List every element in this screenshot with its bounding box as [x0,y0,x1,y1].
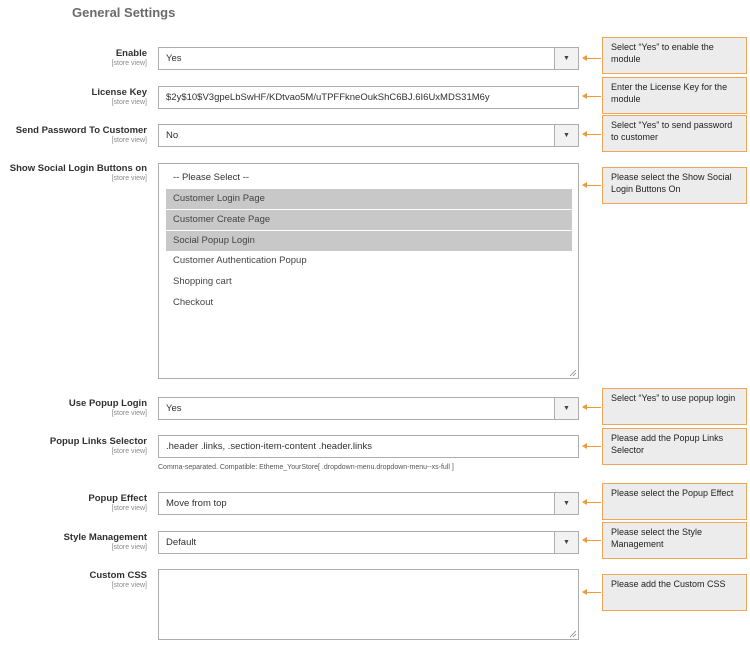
arrow-left-icon [582,537,601,543]
callout-use-popup: Select “Yes” to use popup login [602,388,747,425]
scope-label: [store view] [111,99,147,106]
scope-label: [store view] [111,448,147,455]
option-checkout[interactable]: Checkout [166,293,572,313]
scope-label: [store view] [111,544,147,551]
enable-select[interactable]: Yes ▼ [158,47,579,70]
social-buttons-label: Show Social Login Buttons on [store view… [9,163,147,182]
arrow-left-icon [582,55,601,61]
section-title: General Settings [72,5,176,20]
callout-popup-effect: Please select the Popup Effect [602,483,747,520]
dropdown-arrow-icon[interactable]: ▼ [554,48,578,69]
scope-label: [store view] [111,175,147,182]
option-social-popup-login[interactable]: Social Popup Login [166,231,572,251]
callout-popup-links: Please add the Popup Links Selector [602,428,747,465]
send-password-select[interactable]: No ▼ [158,124,579,147]
arrow-left-icon [582,404,601,410]
popup-effect-select[interactable]: Move from top ▼ [158,492,579,515]
style-management-label: Style Management [store view] [63,532,147,551]
callout-custom-css: Please add the Custom CSS [602,574,747,611]
dropdown-arrow-icon[interactable]: ▼ [554,125,578,146]
multiselect-placeholder[interactable]: -- Please Select -- [166,168,572,188]
callout-social-buttons: Please select the Show Social Login Butt… [602,167,747,204]
option-customer-create-page[interactable]: Customer Create Page [166,210,572,230]
option-shopping-cart[interactable]: Shopping cart [166,272,572,292]
callout-license-key: Enter the License Key for the module [602,77,747,114]
scope-label: [store view] [111,505,147,512]
use-popup-select[interactable]: Yes ▼ [158,397,579,420]
license-key-input[interactable]: $2y$10$V3gpeLbSwHF/KDtvao5M/uTPFFkneOukS… [158,86,579,109]
arrow-left-icon [582,499,601,505]
dropdown-arrow-icon[interactable]: ▼ [554,493,578,514]
custom-css-label: Custom CSS [store view] [89,570,147,589]
scope-label: [store view] [111,582,147,589]
popup-links-input[interactable]: .header .links, .section-item-content .h… [158,435,579,458]
callout-send-password: Select “Yes” to send password to custome… [602,115,747,152]
popup-effect-label: Popup Effect [store view] [88,493,147,512]
popup-links-note: Comma-separated. Compatible: Etheme_Your… [158,464,454,471]
arrow-left-icon [582,589,601,595]
scope-label: [store view] [111,137,147,144]
option-customer-login-page[interactable]: Customer Login Page [166,189,572,209]
arrow-left-icon [582,182,601,188]
dropdown-arrow-icon[interactable]: ▼ [554,398,578,419]
enable-label: Enable [store view] [111,48,147,67]
arrow-left-icon [582,443,601,449]
option-customer-authentication-popup[interactable]: Customer Authentication Popup [166,251,572,271]
arrow-left-icon [582,131,601,137]
use-popup-label: Use Popup Login [store view] [68,398,147,417]
arrow-left-icon [582,93,601,99]
send-password-label: Send Password To Customer [store view] [15,125,147,144]
scope-label: [store view] [111,60,147,67]
license-key-label: License Key [store view] [91,87,147,106]
dropdown-arrow-icon[interactable]: ▼ [554,532,578,553]
resize-grip-icon[interactable] [569,630,577,638]
resize-grip-icon[interactable] [569,369,577,377]
callout-enable: Select “Yes” to enable the module [602,37,747,74]
scope-label: [store view] [111,410,147,417]
popup-links-label: Popup Links Selector [store view] [49,436,147,455]
social-buttons-multiselect[interactable]: -- Please Select -- Customer Login Page … [158,163,579,379]
custom-css-textarea[interactable] [158,569,579,640]
style-management-select[interactable]: Default ▼ [158,531,579,554]
callout-style-management: Please select the Style Management [602,522,747,559]
